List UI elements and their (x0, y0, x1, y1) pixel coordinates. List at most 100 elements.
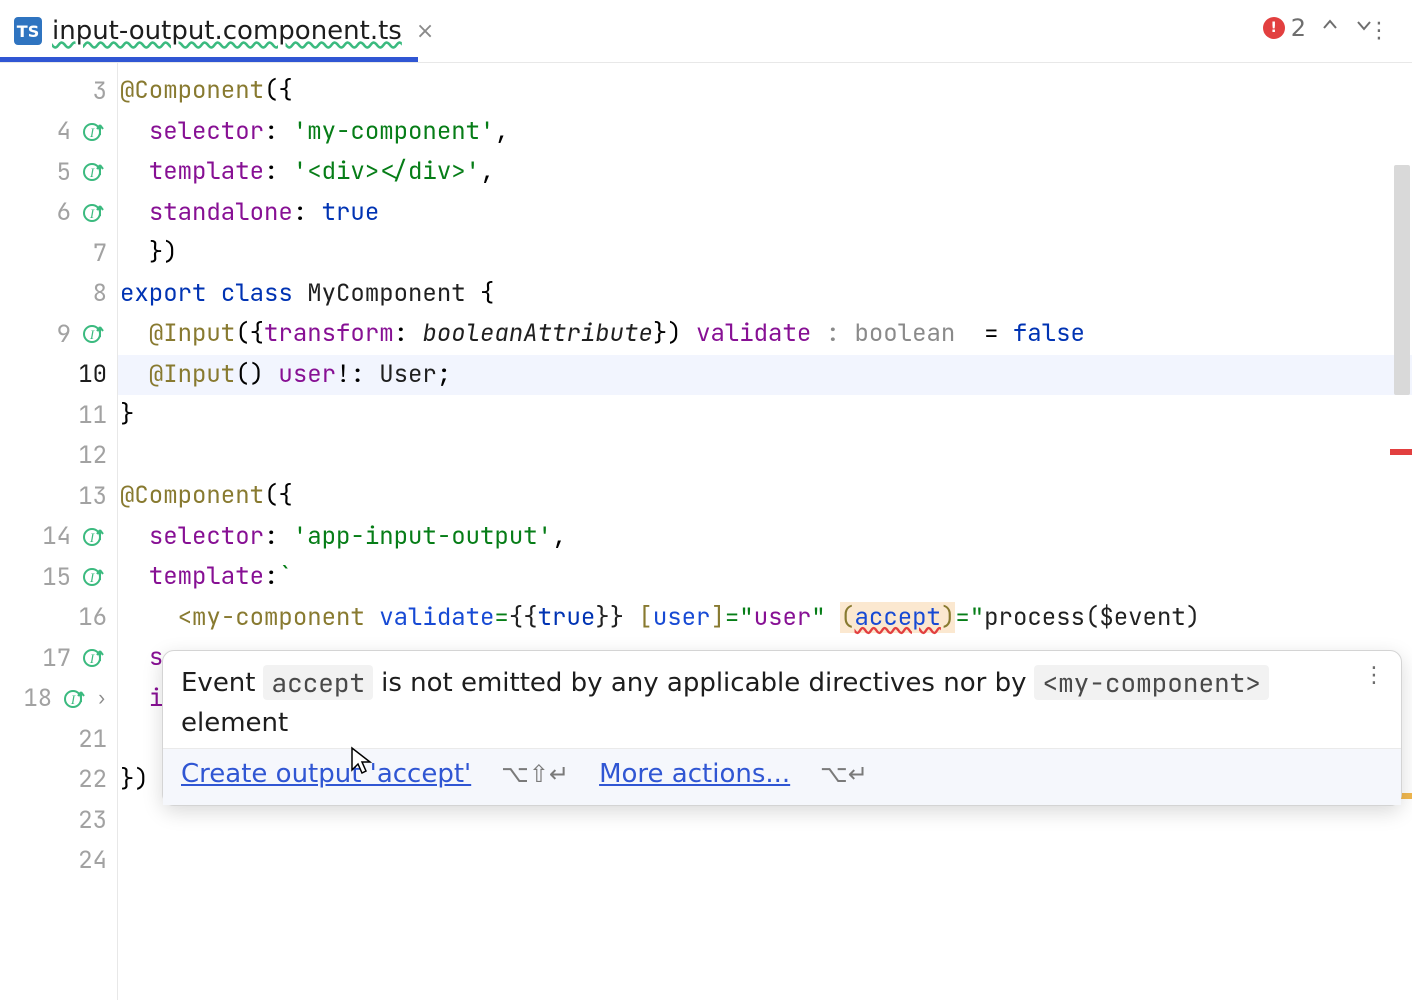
error-marker[interactable] (1390, 449, 1412, 455)
implement-icon[interactable]: I (79, 118, 107, 146)
gutter-row[interactable]: 7 (0, 233, 117, 274)
inspections-widget[interactable]: ! 2 (1263, 14, 1374, 42)
line-number: 10 (78, 359, 107, 390)
quickfix-message: Event accept is not emitted by any appli… (163, 651, 1401, 748)
line-number: 3 (93, 76, 107, 107)
implement-icon[interactable]: I (79, 563, 107, 591)
gutter-row[interactable]: 6I (0, 193, 117, 234)
gutter-row[interactable]: 24 (0, 841, 117, 882)
line-number: 12 (78, 440, 107, 471)
next-problem-icon[interactable] (1354, 15, 1374, 41)
code-line: template:` (118, 557, 1412, 598)
gutter-row[interactable]: 18 I › (0, 679, 117, 720)
line-number: 24 (78, 845, 107, 876)
implement-icon[interactable]: I (79, 320, 107, 348)
error-badge[interactable]: ! 2 (1263, 14, 1306, 42)
marker-bar[interactable] (1390, 65, 1412, 1000)
gutter-row[interactable]: 5I (0, 152, 117, 193)
code-line: @Input() user!: User; (118, 355, 1412, 396)
svg-text:I: I (89, 165, 95, 180)
editor-area: 34I5I6I789I1011121314I15I1617I18I›212223… (0, 63, 1412, 1000)
gutter-row[interactable]: 13 (0, 476, 117, 517)
code-line: standalone: true (118, 193, 1412, 234)
line-number: 22 (78, 764, 107, 795)
implement-icon[interactable]: I (79, 523, 107, 551)
svg-text:I: I (89, 570, 95, 585)
line-number: 15 (42, 562, 71, 593)
gutter-row[interactable]: 11 (0, 395, 117, 436)
svg-text:I: I (89, 651, 95, 666)
ts-file-icon: TS (14, 17, 42, 45)
line-number: 9 (57, 319, 71, 350)
quickfix-more-actions[interactable]: More actions... (599, 759, 790, 789)
code-line (118, 800, 1412, 841)
code-line: selector: 'my-component', (118, 112, 1412, 153)
gutter-row[interactable]: 10 (0, 355, 117, 396)
line-number: 11 (78, 400, 107, 431)
code-line: }) (118, 233, 1412, 274)
fold-icon[interactable]: › (96, 687, 107, 710)
line-number: 18 (23, 683, 52, 714)
code-pane[interactable]: @Component({ selector: 'my-component', t… (118, 63, 1412, 1000)
implement-icon[interactable]: I (60, 685, 88, 713)
line-number: 13 (78, 481, 107, 512)
line-number: 4 (57, 116, 71, 147)
gutter-row[interactable]: 15 I (0, 557, 117, 598)
gutter-row[interactable]: 21 (0, 719, 117, 760)
line-number: 5 (57, 157, 71, 188)
svg-text:I: I (70, 692, 76, 707)
svg-text:I: I (89, 327, 95, 342)
tab-bar: TS input-output.component.ts × ⋮ (0, 0, 1412, 63)
code-line: } (118, 395, 1412, 436)
code-chip: <my-component> (1034, 665, 1268, 700)
implement-icon[interactable]: I (79, 158, 107, 186)
code-line: @Input({transform: booleanAttribute}) va… (118, 314, 1412, 355)
cursor-icon (348, 746, 374, 780)
line-number: 8 (93, 278, 107, 309)
error-count: 2 (1291, 14, 1306, 42)
code-line: <my-component validate={{true}} [user]="… (118, 598, 1412, 639)
code-line: template: '<div></div>', (118, 152, 1412, 193)
code-line (118, 841, 1412, 882)
gutter-row[interactable]: 17 I (0, 638, 117, 679)
code-line: @Component({ (118, 476, 1412, 517)
svg-text:I: I (89, 530, 95, 545)
error-icon: ! (1263, 17, 1285, 39)
tab[interactable]: TS input-output.component.ts × (0, 0, 452, 62)
gutter-row[interactable]: 23 (0, 800, 117, 841)
svg-text:I: I (89, 206, 95, 221)
code-chip: accept (263, 665, 373, 700)
gutter: 34I5I6I789I1011121314I15I1617I18I›212223… (0, 63, 118, 1000)
code-line: selector: 'app-input-output', (118, 517, 1412, 558)
close-icon[interactable]: × (412, 15, 438, 48)
gutter-row[interactable]: 16 (0, 598, 117, 639)
tab-title: input-output.component.ts (52, 16, 402, 46)
gutter-row[interactable]: 3 (0, 71, 117, 112)
gutter-row[interactable]: 22 (0, 760, 117, 801)
code-line: @Component({ (118, 71, 1412, 112)
implement-icon[interactable]: I (79, 644, 107, 672)
gutter-row[interactable]: 12 (0, 436, 117, 477)
line-number: 23 (78, 805, 107, 836)
shortcut-label: ⌥↵ (820, 760, 868, 788)
line-number: 14 (42, 521, 71, 552)
popup-kebab-icon[interactable]: ⋮ (1363, 663, 1385, 688)
line-number: 17 (42, 643, 71, 674)
scrollbar-thumb[interactable] (1394, 165, 1410, 395)
gutter-row[interactable]: 9I (0, 314, 117, 355)
line-number: 7 (93, 238, 107, 269)
gutter-row[interactable]: 8 (0, 274, 117, 315)
implement-icon[interactable]: I (79, 199, 107, 227)
quickfix-popup: ⋮ Event accept is not emitted by any app… (162, 650, 1402, 806)
line-number: 16 (78, 602, 107, 633)
prev-problem-icon[interactable] (1320, 15, 1340, 41)
quickfix-create-output[interactable]: Create output 'accept' (181, 759, 471, 789)
shortcut-label: ⌥⇧↵ (501, 760, 569, 788)
gutter-row[interactable]: 14 I (0, 517, 117, 558)
svg-text:I: I (89, 125, 95, 140)
tab-active-underline (0, 57, 418, 62)
code-line (118, 436, 1412, 477)
code-line: export class MyComponent { (118, 274, 1412, 315)
gutter-row[interactable]: 4I (0, 112, 117, 153)
line-number: 21 (78, 724, 107, 755)
